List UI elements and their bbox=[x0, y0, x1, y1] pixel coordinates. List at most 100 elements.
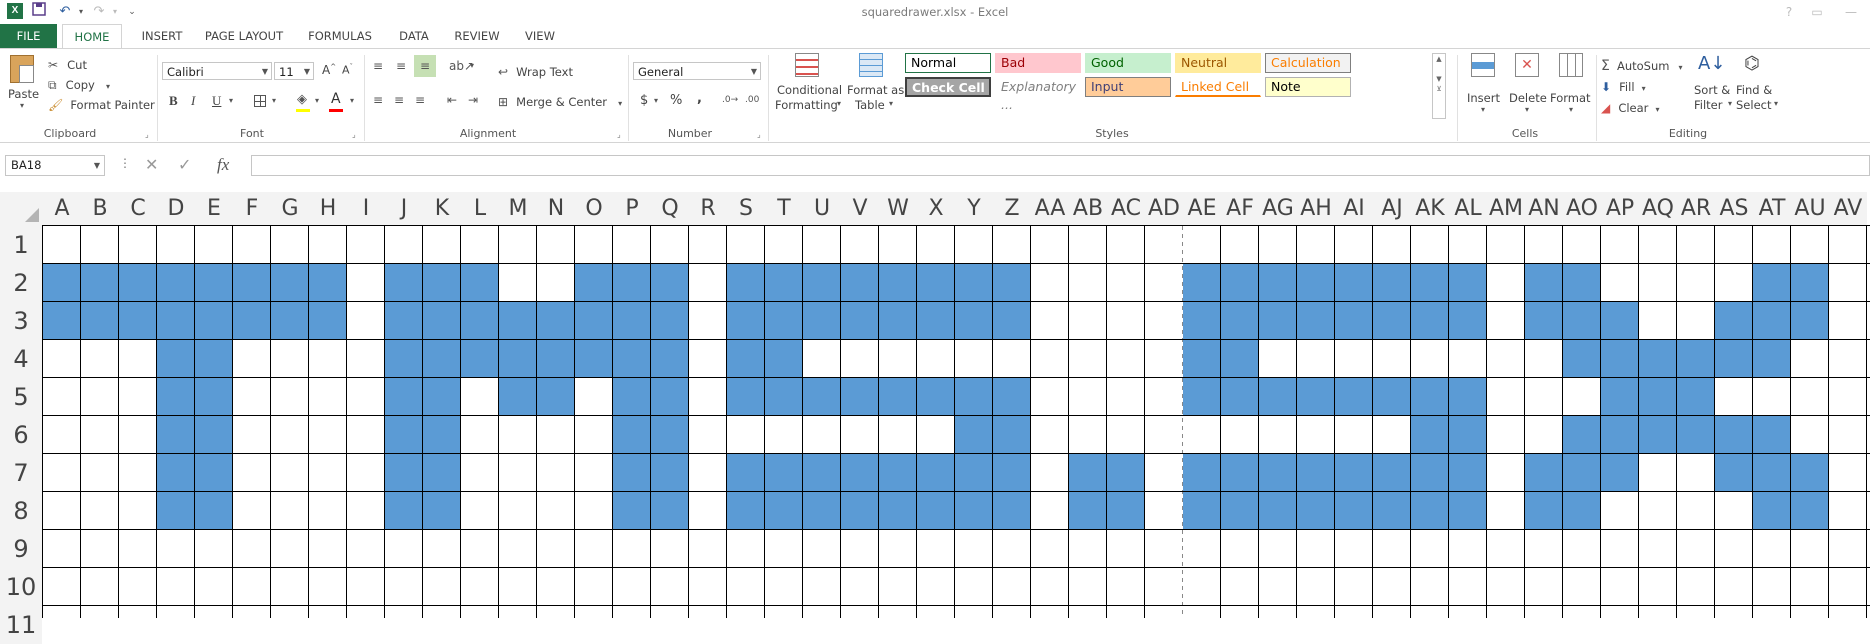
tab-review[interactable]: REVIEW bbox=[449, 24, 505, 48]
column-header[interactable]: AF bbox=[1221, 192, 1259, 226]
filled-cell[interactable] bbox=[1791, 492, 1829, 530]
filled-cell[interactable] bbox=[955, 454, 993, 492]
filled-cell[interactable] bbox=[233, 264, 271, 302]
number-dialog-launcher-icon[interactable]: ⌟ bbox=[757, 130, 766, 139]
filled-cell[interactable] bbox=[993, 264, 1031, 302]
percent-button[interactable]: % bbox=[670, 93, 682, 108]
filled-cell[interactable] bbox=[841, 454, 879, 492]
column-header[interactable]: AO bbox=[1563, 192, 1601, 226]
cell-style-good[interactable]: Good bbox=[1085, 53, 1171, 73]
filled-cell[interactable] bbox=[993, 302, 1031, 340]
filled-cell[interactable] bbox=[195, 454, 233, 492]
filled-cell[interactable] bbox=[575, 264, 613, 302]
filled-cell[interactable] bbox=[157, 340, 195, 378]
filled-cell[interactable] bbox=[1563, 492, 1601, 530]
filled-cell[interactable] bbox=[765, 454, 803, 492]
filled-cell[interactable] bbox=[537, 378, 575, 416]
row-header[interactable]: 8 bbox=[0, 492, 42, 530]
filled-cell[interactable] bbox=[195, 416, 233, 454]
paste-button[interactable]: Paste ▾ bbox=[6, 55, 42, 115]
column-header[interactable]: AP bbox=[1601, 192, 1639, 226]
filled-cell[interactable] bbox=[727, 492, 765, 530]
filled-cell[interactable] bbox=[727, 302, 765, 340]
filled-cell[interactable] bbox=[651, 492, 689, 530]
filled-cell[interactable] bbox=[1373, 492, 1411, 530]
filled-cell[interactable] bbox=[575, 340, 613, 378]
filled-cell[interactable] bbox=[1411, 378, 1449, 416]
filled-cell[interactable] bbox=[917, 454, 955, 492]
column-header[interactable]: S bbox=[727, 192, 765, 226]
cut-button[interactable]: ✂ Cut bbox=[48, 54, 87, 72]
filled-cell[interactable] bbox=[1221, 340, 1259, 378]
italic-button[interactable]: I bbox=[191, 93, 195, 109]
column-header[interactable]: E bbox=[195, 192, 233, 226]
filled-cell[interactable] bbox=[613, 416, 651, 454]
filled-cell[interactable] bbox=[765, 302, 803, 340]
filled-cell[interactable] bbox=[1183, 378, 1221, 416]
fill-color-icon[interactable]: ◈ bbox=[297, 92, 307, 107]
filled-cell[interactable] bbox=[955, 378, 993, 416]
filled-cell[interactable] bbox=[1601, 454, 1639, 492]
filled-cell[interactable] bbox=[1221, 264, 1259, 302]
align-bottom-icon[interactable]: ≡ bbox=[414, 55, 436, 77]
column-header[interactable]: W bbox=[879, 192, 917, 226]
filled-cell[interactable] bbox=[1183, 492, 1221, 530]
filled-cell[interactable] bbox=[803, 302, 841, 340]
cell-style-note[interactable]: Note bbox=[1265, 77, 1351, 97]
filled-cell[interactable] bbox=[613, 454, 651, 492]
filled-cell[interactable] bbox=[1335, 264, 1373, 302]
filled-cell[interactable] bbox=[879, 492, 917, 530]
filled-cell[interactable] bbox=[1373, 378, 1411, 416]
filled-cell[interactable] bbox=[955, 264, 993, 302]
row-header[interactable]: 11 bbox=[0, 606, 42, 644]
filled-cell[interactable] bbox=[195, 492, 233, 530]
filled-cell[interactable] bbox=[385, 302, 423, 340]
filled-cell[interactable] bbox=[651, 302, 689, 340]
tab-page-layout[interactable]: PAGE LAYOUT bbox=[200, 24, 288, 48]
filled-cell[interactable] bbox=[1449, 302, 1487, 340]
filled-cell[interactable] bbox=[613, 378, 651, 416]
filled-cell[interactable] bbox=[1335, 302, 1373, 340]
grow-font-icon[interactable]: A^ bbox=[322, 63, 336, 77]
filled-cell[interactable] bbox=[1753, 264, 1791, 302]
filled-cell[interactable] bbox=[727, 264, 765, 302]
filled-cell[interactable] bbox=[1639, 378, 1677, 416]
column-header[interactable]: AD bbox=[1145, 192, 1183, 226]
filled-cell[interactable] bbox=[1449, 492, 1487, 530]
column-header[interactable]: AI bbox=[1335, 192, 1373, 226]
filled-cell[interactable] bbox=[993, 378, 1031, 416]
filled-cell[interactable] bbox=[119, 302, 157, 340]
number-format-combo[interactable]: General ▼ bbox=[633, 62, 761, 80]
filled-cell[interactable] bbox=[1449, 454, 1487, 492]
comma-button[interactable]: , bbox=[697, 91, 702, 106]
filled-cell[interactable] bbox=[917, 492, 955, 530]
filled-cell[interactable] bbox=[423, 416, 461, 454]
filled-cell[interactable] bbox=[423, 340, 461, 378]
fill-button[interactable]: ⬇ Fill ▾ bbox=[1601, 76, 1646, 95]
filled-cell[interactable] bbox=[1601, 378, 1639, 416]
filled-cell[interactable] bbox=[1525, 492, 1563, 530]
cell-style-calculation[interactable]: Calculation bbox=[1265, 53, 1351, 73]
conditional-formatting-button[interactable]: Conditional Formatting ▾ bbox=[773, 53, 843, 123]
filled-cell[interactable] bbox=[727, 454, 765, 492]
filled-cell[interactable] bbox=[461, 302, 499, 340]
underline-button[interactable]: U bbox=[212, 93, 221, 109]
column-header[interactable]: AG bbox=[1259, 192, 1297, 226]
filled-cell[interactable] bbox=[879, 302, 917, 340]
filled-cell[interactable] bbox=[1221, 492, 1259, 530]
column-header[interactable]: Y bbox=[955, 192, 993, 226]
tab-file[interactable]: FILE bbox=[0, 24, 57, 48]
cell-style-linked-cell[interactable]: Linked Cell bbox=[1175, 77, 1261, 97]
filled-cell[interactable] bbox=[1791, 454, 1829, 492]
column-header[interactable]: T bbox=[765, 192, 803, 226]
filled-cell[interactable] bbox=[1221, 454, 1259, 492]
column-header[interactable]: Z bbox=[993, 192, 1031, 226]
filled-cell[interactable] bbox=[1411, 416, 1449, 454]
column-header[interactable]: AR bbox=[1677, 192, 1715, 226]
increase-decimal-icon[interactable]: .0→ bbox=[722, 95, 738, 105]
tab-home[interactable]: HOME bbox=[62, 24, 122, 49]
column-header[interactable]: AT bbox=[1753, 192, 1791, 226]
filled-cell[interactable] bbox=[1563, 340, 1601, 378]
worksheet-grid[interactable]: A B C D E F G H I J K L M N O P Q R S T U V W X Y Z AA AB AC AD AE AF AG… bbox=[0, 192, 1870, 644]
filled-cell[interactable] bbox=[423, 492, 461, 530]
